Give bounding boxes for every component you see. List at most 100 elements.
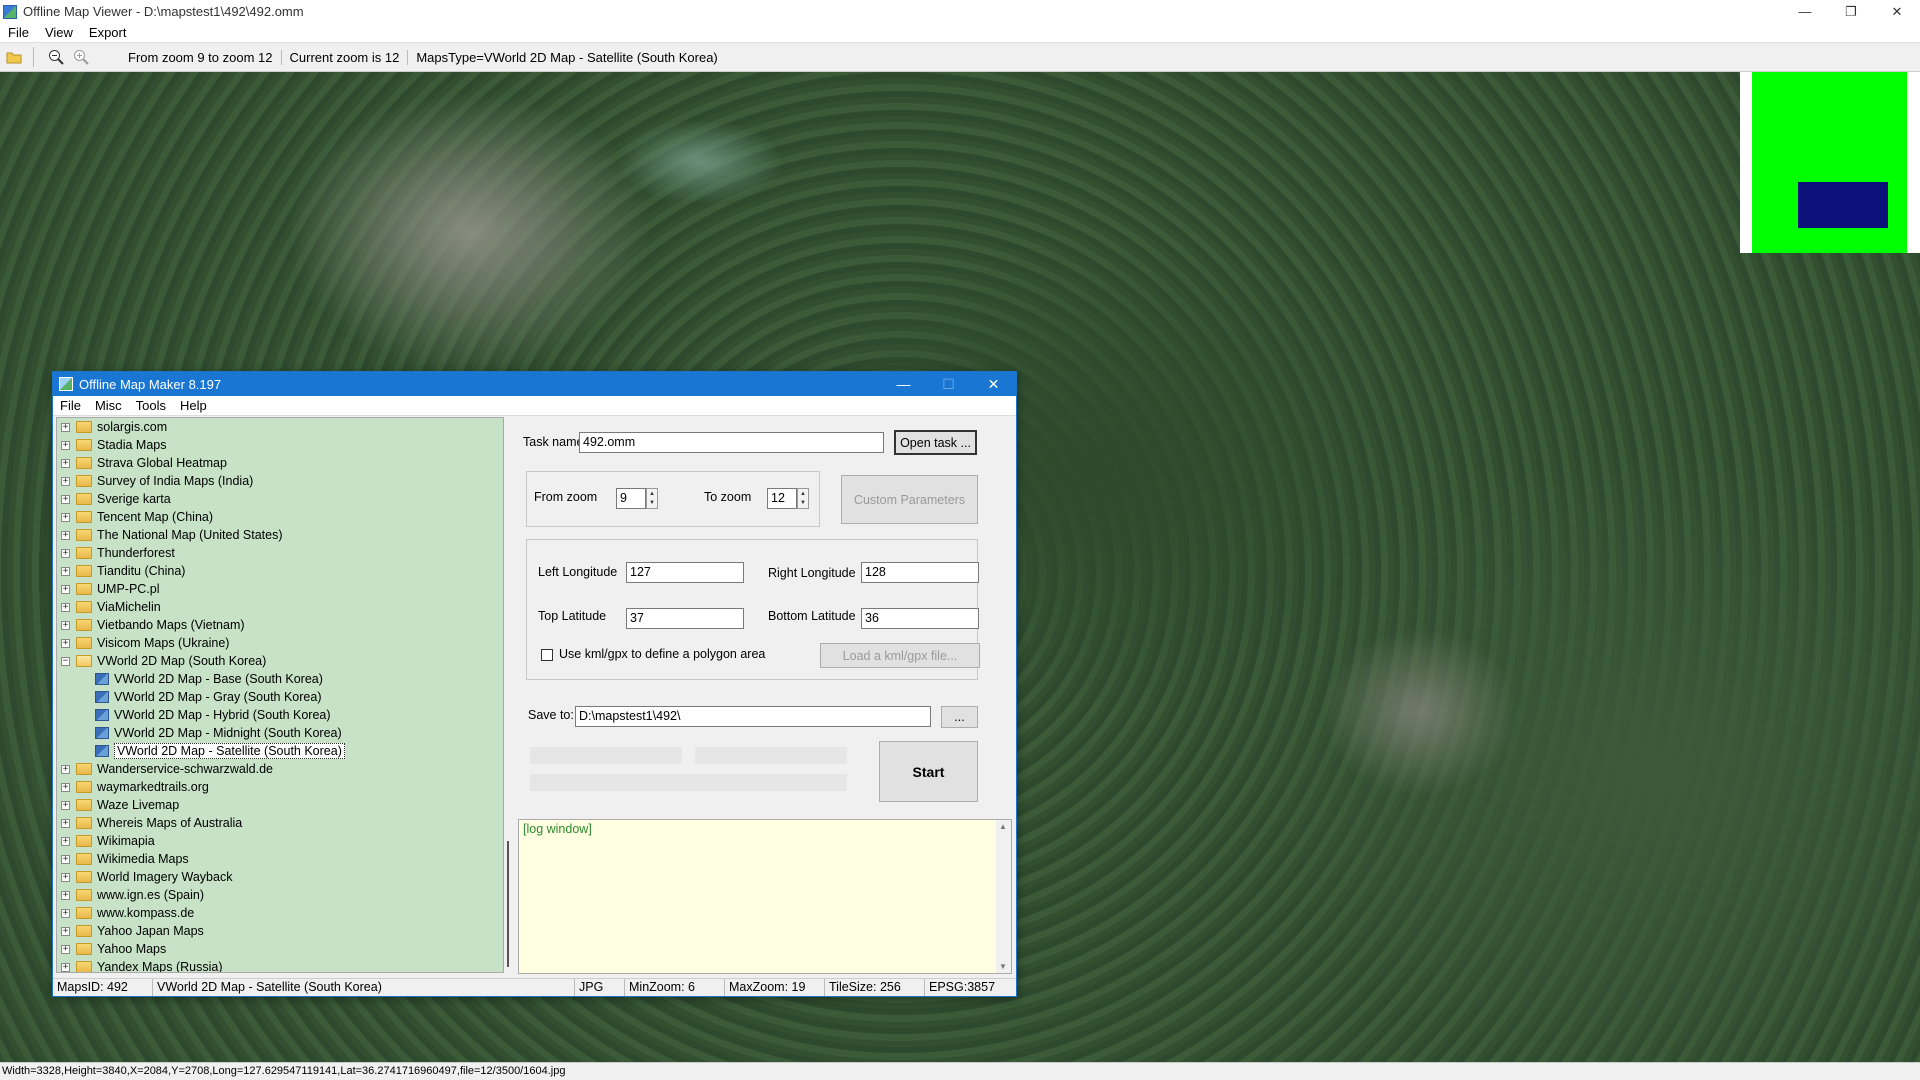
expand-icon[interactable]: + xyxy=(61,548,70,558)
tree-child-item[interactable]: VWorld 2D Map - Gray (South Korea) xyxy=(57,688,503,706)
map-source-tree[interactable]: + solargis.com + Stadia Maps + Strava Global … xyxy=(56,417,504,973)
zoom-in-icon[interactable] xyxy=(70,46,92,68)
close-icon[interactable]: ✕ xyxy=(971,372,1016,396)
tree-item[interactable]: + www.ign.es (Spain) xyxy=(57,886,503,904)
spin-up-icon[interactable]: ▲ xyxy=(798,489,808,499)
tree-item[interactable]: + Visicom Maps (Ukraine) xyxy=(57,634,503,652)
tree-item[interactable]: + The National Map (United States) xyxy=(57,526,503,544)
tree-scrollbar[interactable] xyxy=(505,417,511,973)
expand-icon[interactable]: + xyxy=(61,926,70,936)
tree-item[interactable]: + Yandex Maps (Russia) xyxy=(57,958,503,972)
tree-child-item[interactable]: VWorld 2D Map - Hybrid (South Korea) xyxy=(57,706,503,724)
expand-icon[interactable]: + xyxy=(61,422,70,432)
tree-item[interactable]: + Whereis Maps of Australia xyxy=(57,814,503,832)
tree-item[interactable]: + solargis.com xyxy=(57,418,503,436)
tree-item[interactable]: + Waze Livemap xyxy=(57,796,503,814)
overview-minimap[interactable] xyxy=(1740,72,1920,253)
menu-file[interactable]: File xyxy=(0,25,37,40)
open-folder-icon[interactable] xyxy=(3,46,25,68)
tree-item[interactable]: + Yahoo Japan Maps xyxy=(57,922,503,940)
menu-help[interactable]: Help xyxy=(173,398,214,413)
log-window[interactable]: [log window] ▲ ▼ xyxy=(518,819,1012,974)
expand-icon[interactable]: + xyxy=(61,620,70,630)
tree-item[interactable]: + Thunderforest xyxy=(57,544,503,562)
browse-button[interactable]: ... xyxy=(941,706,978,728)
tree-item[interactable]: + Wikimedia Maps xyxy=(57,850,503,868)
expand-icon[interactable]: + xyxy=(61,818,70,828)
zoom-out-icon[interactable] xyxy=(45,46,67,68)
from-zoom-input[interactable]: 9 xyxy=(616,488,646,509)
expand-icon[interactable]: + xyxy=(61,890,70,900)
expand-icon[interactable]: + xyxy=(61,872,70,882)
to-zoom-spinner[interactable]: ▲ ▼ xyxy=(797,488,809,509)
tree-item[interactable]: + ViaMichelin xyxy=(57,598,503,616)
tree-item[interactable]: + UMP-PC.pl xyxy=(57,580,503,598)
overview-viewport[interactable] xyxy=(1798,182,1888,228)
spin-down-icon[interactable]: ▼ xyxy=(647,499,657,509)
task-name-input[interactable]: 492.omm xyxy=(579,432,884,453)
menu-view[interactable]: View xyxy=(37,25,81,40)
expand-icon[interactable]: + xyxy=(61,602,70,612)
minimize-icon[interactable]: — xyxy=(1782,0,1828,23)
tree-item[interactable]: + Sverige karta xyxy=(57,490,503,508)
expand-icon[interactable]: + xyxy=(61,944,70,954)
scroll-up-icon[interactable]: ▲ xyxy=(999,822,1007,831)
from-zoom-spinner[interactable]: ▲ ▼ xyxy=(646,488,658,509)
expand-icon[interactable]: + xyxy=(61,836,70,846)
log-scrollbar[interactable]: ▲ ▼ xyxy=(996,820,1011,973)
kml-polygon-checkbox[interactable] xyxy=(541,649,553,661)
tree-item[interactable]: + Vietbando Maps (Vietnam) xyxy=(57,616,503,634)
expand-icon[interactable]: + xyxy=(61,908,70,918)
tree-item[interactable]: + Tencent Map (China) xyxy=(57,508,503,526)
tree-item[interactable]: + waymarkedtrails.org xyxy=(57,778,503,796)
menu-misc[interactable]: Misc xyxy=(88,398,129,413)
top-latitude-input[interactable]: 37 xyxy=(626,608,744,629)
expand-icon[interactable]: + xyxy=(61,476,70,486)
expand-icon[interactable]: + xyxy=(61,962,70,972)
expand-icon[interactable]: + xyxy=(61,530,70,540)
tree-item[interactable]: + Stadia Maps xyxy=(57,436,503,454)
custom-parameters-button[interactable]: Custom Parameters xyxy=(841,475,978,524)
expand-icon[interactable]: + xyxy=(61,494,70,504)
tree-item[interactable]: − VWorld 2D Map (South Korea) xyxy=(57,652,503,670)
tree-scrollbar-thumb[interactable] xyxy=(507,841,509,967)
expand-icon[interactable]: + xyxy=(61,458,70,468)
restore-icon[interactable]: ❐ xyxy=(1828,0,1874,23)
expand-icon[interactable]: + xyxy=(61,854,70,864)
bottom-latitude-input[interactable]: 36 xyxy=(861,608,979,629)
expand-icon[interactable]: + xyxy=(61,764,70,774)
tree-child-item[interactable]: VWorld 2D Map - Satellite (South Korea) xyxy=(57,742,503,760)
tree-item[interactable]: + Strava Global Heatmap xyxy=(57,454,503,472)
tree-item[interactable]: + Wikimapia xyxy=(57,832,503,850)
expand-icon[interactable]: + xyxy=(61,566,70,576)
right-longitude-input[interactable]: 128 xyxy=(861,562,979,583)
left-longitude-input[interactable]: 127 xyxy=(626,562,744,583)
scroll-down-icon[interactable]: ▼ xyxy=(999,962,1007,971)
menu-tools[interactable]: Tools xyxy=(129,398,173,413)
expand-icon[interactable]: + xyxy=(61,512,70,522)
minimize-icon[interactable]: — xyxy=(881,372,926,396)
tree-item[interactable]: + Wanderservice-schwarzwald.de xyxy=(57,760,503,778)
expand-icon[interactable]: + xyxy=(61,638,70,648)
tree-item[interactable]: + Tianditu (China) xyxy=(57,562,503,580)
expand-icon[interactable]: + xyxy=(61,584,70,594)
expand-icon[interactable]: + xyxy=(61,782,70,792)
tree-child-item[interactable]: VWorld 2D Map - Base (South Korea) xyxy=(57,670,503,688)
to-zoom-input[interactable]: 12 xyxy=(767,488,797,509)
collapse-icon[interactable]: − xyxy=(61,656,70,666)
spin-down-icon[interactable]: ▼ xyxy=(798,499,808,509)
tree-item[interactable]: + Survey of India Maps (India) xyxy=(57,472,503,490)
expand-icon[interactable]: + xyxy=(61,440,70,450)
open-task-button[interactable]: Open task ... xyxy=(894,430,977,455)
expand-icon[interactable]: + xyxy=(61,800,70,810)
start-button[interactable]: Start xyxy=(879,741,978,802)
load-kml-button[interactable]: Load a kml/gpx file... xyxy=(820,643,980,668)
save-to-input[interactable]: D:\mapstest1\492\ xyxy=(575,706,931,727)
menu-export[interactable]: Export xyxy=(81,25,135,40)
tree-child-item[interactable]: VWorld 2D Map - Midnight (South Korea) xyxy=(57,724,503,742)
spin-up-icon[interactable]: ▲ xyxy=(647,489,657,499)
tree-item[interactable]: + www.kompass.de xyxy=(57,904,503,922)
tree-item[interactable]: + World Imagery Wayback xyxy=(57,868,503,886)
tree-item[interactable]: + Yahoo Maps xyxy=(57,940,503,958)
menu-file[interactable]: File xyxy=(53,398,88,413)
